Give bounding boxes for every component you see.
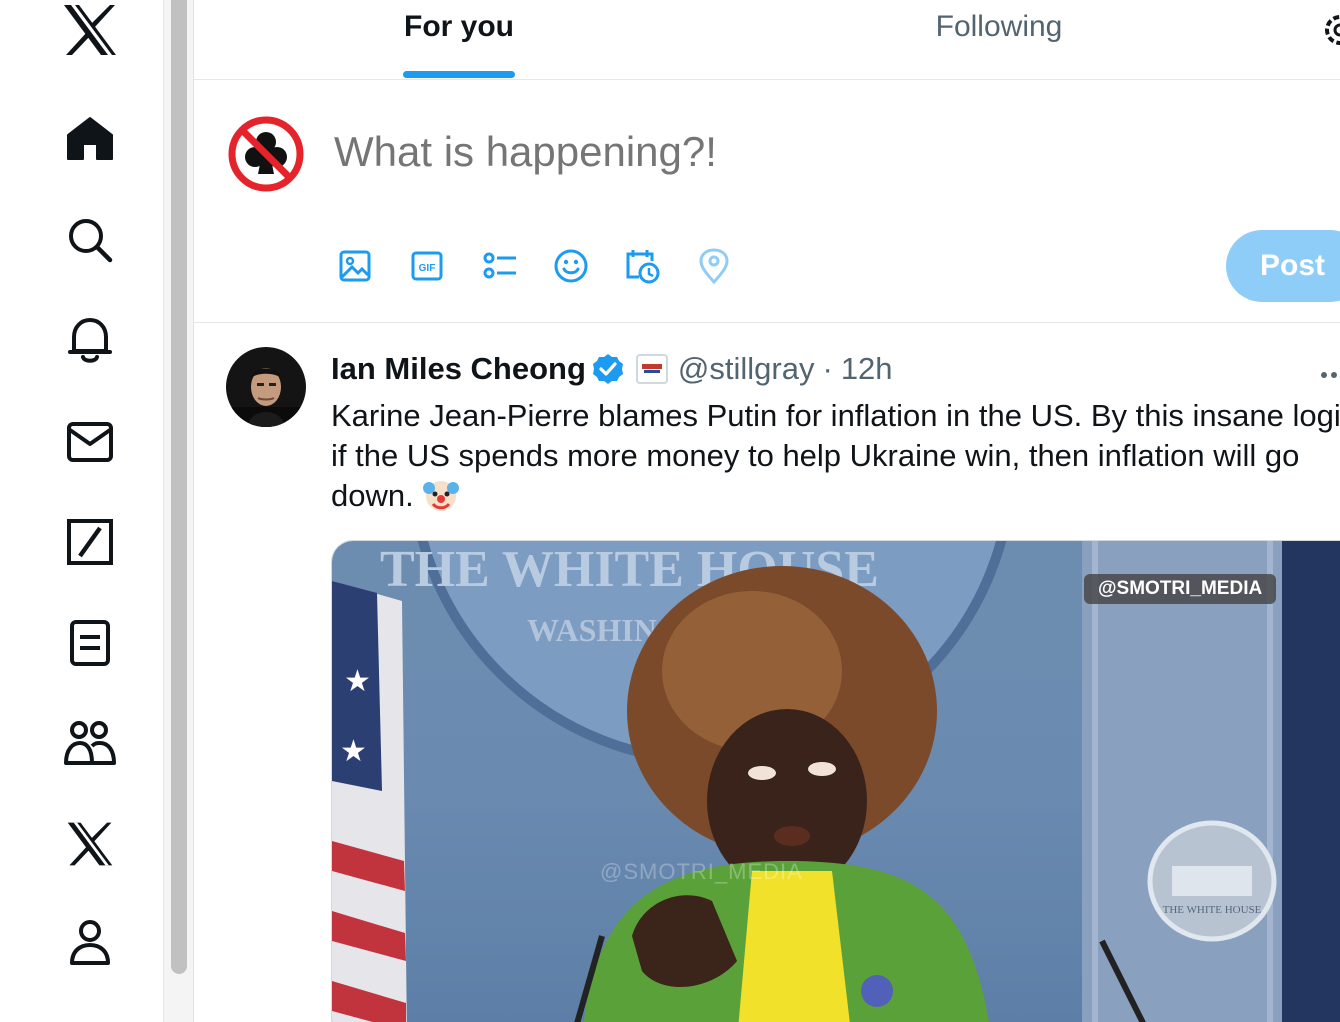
scrollbar-thumb[interactable] — [171, 0, 187, 974]
news-logo-icon — [641, 364, 662, 373]
primary-nav — [0, 0, 164, 1022]
nav-explore[interactable] — [40, 198, 140, 282]
x-logo-icon — [64, 5, 116, 55]
author-handle[interactable]: @stillgray — [678, 351, 815, 387]
no-clubs-avatar-icon — [228, 116, 304, 192]
more-options-button[interactable] — [1320, 355, 1340, 387]
timeline-settings-button[interactable] — [1320, 10, 1340, 55]
bell-icon — [68, 318, 112, 363]
add-poll-button[interactable] — [480, 246, 520, 286]
add-media-button[interactable] — [335, 246, 375, 286]
tweet-video[interactable]: THE WHITE HOUSE WASHINGTON THE WHITE HOU… — [331, 540, 1340, 1022]
compose-input[interactable] — [334, 128, 1234, 176]
tweet-header: Ian Miles Cheong @stillgray · 12h — [331, 349, 893, 389]
timeline-tabs: For you Following — [194, 0, 1340, 80]
nav-profile[interactable] — [40, 901, 140, 985]
nav-lists[interactable] — [40, 601, 140, 685]
tweet-body: Karine Jean-Pierre blames Putin for infl… — [331, 398, 1340, 513]
emoji-icon — [554, 249, 588, 283]
svg-text:★: ★ — [340, 734, 367, 769]
affiliate-badge[interactable] — [635, 354, 668, 384]
home-icon — [67, 117, 113, 160]
tweet[interactable]: Ian Miles Cheong @stillgray · 12h Karine… — [194, 323, 1340, 1022]
main-timeline: For you Following What is happening?! GI… — [194, 0, 1340, 1022]
post-button[interactable]: Post — [1226, 230, 1340, 302]
x-logo-link[interactable] — [40, 0, 140, 72]
faded-watermark: @SMOTRI_MEDIA — [600, 859, 803, 884]
list-icon — [70, 620, 110, 666]
video-scene: THE WHITE HOUSE WASHINGTON THE WHITE HOU… — [332, 541, 1340, 1022]
gif-icon: GIF — [411, 251, 443, 281]
author-avatar-photo — [226, 347, 306, 427]
verified-icon — [592, 354, 623, 384]
gear-icon — [1325, 15, 1340, 45]
separator-dot: · — [822, 351, 833, 386]
verified-badge — [592, 353, 624, 385]
nav-home[interactable] — [40, 97, 140, 181]
schedule-button[interactable] — [622, 246, 662, 286]
nav-notifications[interactable] — [40, 298, 140, 382]
poll-icon — [483, 252, 516, 279]
nav-grok[interactable] — [40, 500, 140, 584]
nav-premium[interactable] — [40, 802, 140, 886]
x-logo-icon — [67, 822, 113, 866]
location-icon — [699, 248, 729, 285]
clown-face-emoji — [422, 476, 460, 524]
avatar[interactable] — [226, 347, 306, 427]
people-icon — [64, 721, 116, 765]
tab-for-you-label: For you — [404, 10, 514, 43]
envelope-icon — [67, 422, 113, 462]
nav-messages[interactable] — [40, 400, 140, 484]
author-name[interactable]: Ian Miles Cheong — [331, 351, 586, 387]
tweet-composer: GIF — [194, 80, 1340, 323]
active-tab-indicator — [403, 71, 515, 78]
schedule-icon — [626, 250, 660, 284]
tab-for-you[interactable]: For you — [344, 0, 574, 80]
gif-icon-text: GIF — [419, 263, 436, 274]
post-timestamp[interactable]: 12h — [841, 351, 893, 387]
grok-icon — [67, 519, 113, 565]
tab-following-label: Following — [935, 10, 1063, 43]
tab-following[interactable]: Following — [884, 0, 1114, 80]
location-button[interactable] — [694, 246, 734, 286]
svg-text:★: ★ — [344, 664, 371, 699]
image-icon — [339, 250, 371, 282]
small-seal-text: THE WHITE HOUSE — [1163, 904, 1262, 916]
search-icon — [69, 219, 113, 263]
tweet-text: Karine Jean-Pierre blames Putin for infl… — [331, 396, 1340, 524]
nav-scrollbar[interactable] — [164, 0, 194, 1022]
avatar[interactable] — [226, 114, 306, 194]
nav-communities[interactable] — [40, 701, 140, 785]
watermark-badge: @SMOTRI_MEDIA — [1084, 574, 1277, 604]
add-emoji-button[interactable] — [551, 246, 591, 286]
person-icon — [70, 920, 110, 965]
more-icon — [1321, 372, 1337, 378]
add-gif-button[interactable]: GIF — [407, 246, 447, 286]
